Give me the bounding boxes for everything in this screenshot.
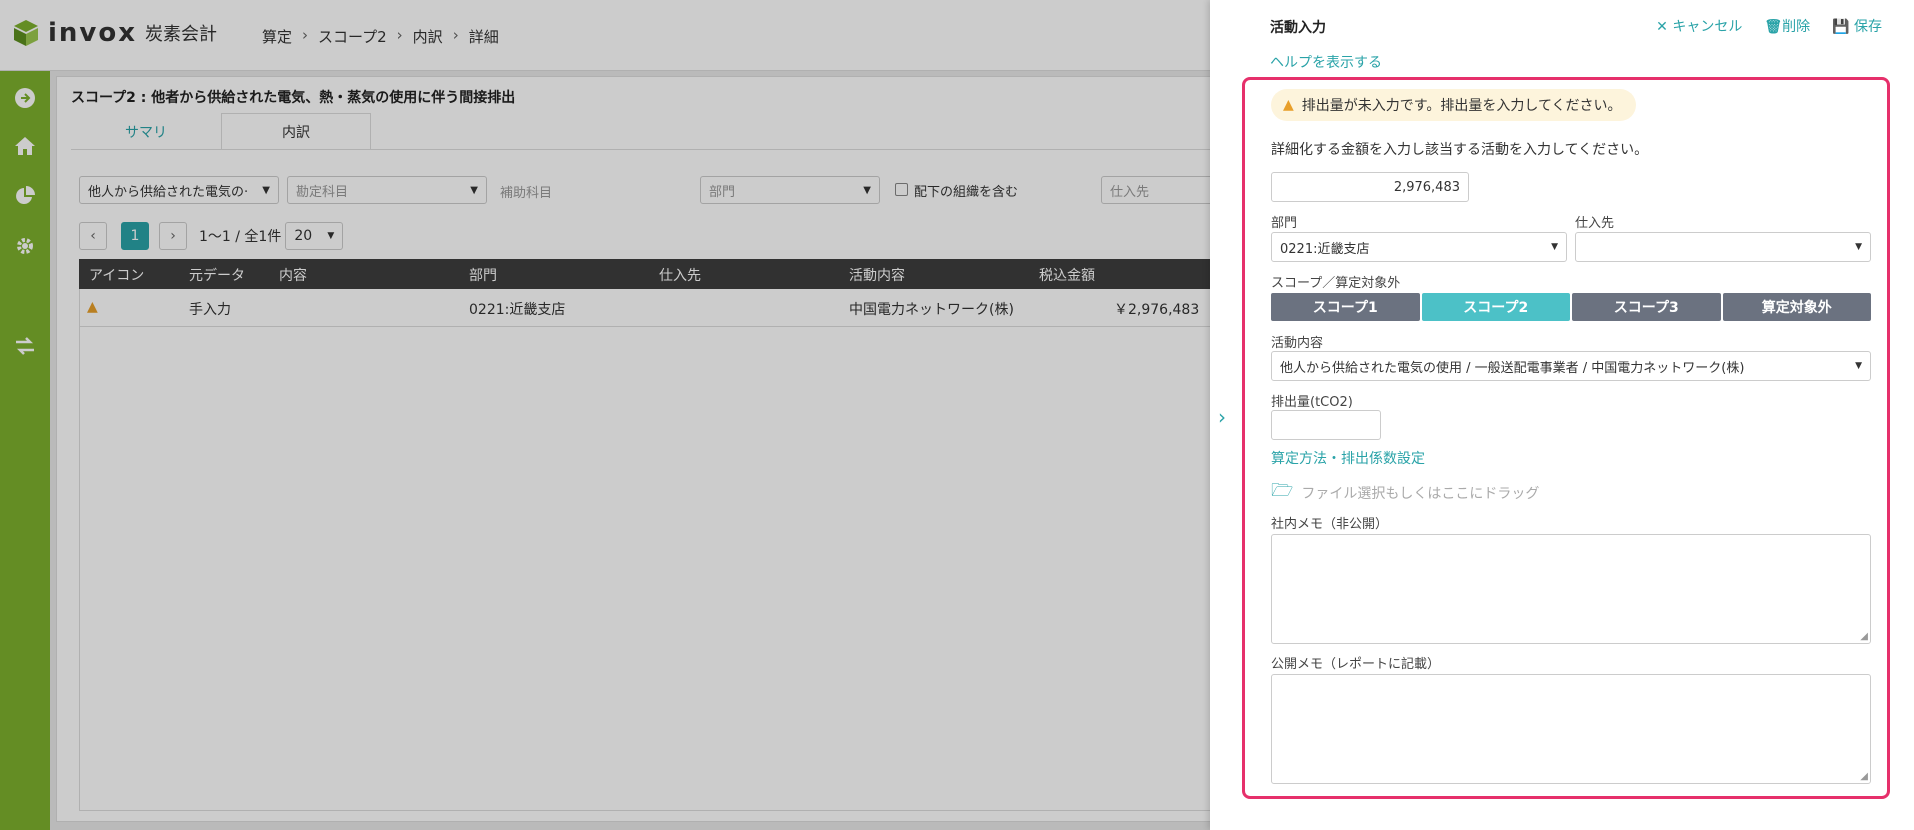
warning-alert: ▲ 排出量が未入力です。排出量を入力してください。	[1271, 89, 1636, 121]
warning-icon: ▲	[1283, 97, 1294, 113]
save-icon: 💾	[1832, 19, 1850, 35]
file-drop-text: ファイル選択もしくはここにドラッグ	[1301, 486, 1540, 502]
file-drop-zone[interactable]: 🗁 ファイル選択もしくはここにドラッグ	[1271, 478, 1539, 508]
department-label: 部門	[1271, 216, 1298, 231]
drawer-title: 活動入力	[1270, 20, 1326, 36]
delete-label: 削除	[1782, 19, 1811, 35]
scope-3-button[interactable]: スコープ3	[1572, 293, 1721, 321]
activity-value: 他人から供給された電気の使用 / 一般送配電事業者 / 中国電力ネットワーク(株…	[1280, 360, 1745, 376]
cancel-label: キャンセル	[1672, 19, 1743, 35]
public-memo-textarea[interactable]: ◢	[1271, 674, 1871, 784]
calculation-method-link[interactable]: 算定方法・排出係数設定	[1271, 448, 1425, 468]
caret-down-icon: ▼	[1551, 242, 1558, 252]
internal-memo-textarea[interactable]: ◢	[1271, 534, 1871, 644]
supplier-select[interactable]: ▼	[1575, 232, 1871, 262]
caret-down-icon: ▼	[1855, 242, 1862, 252]
department-value: 0221:近畿支店	[1280, 241, 1370, 257]
close-icon: ✕	[1656, 19, 1668, 35]
public-memo-label: 公開メモ（レポートに記載）	[1271, 657, 1441, 672]
amount-input[interactable]: 2,976,483	[1271, 172, 1469, 202]
resize-handle-icon[interactable]: ◢	[1860, 771, 1868, 782]
emission-input[interactable]	[1271, 410, 1381, 440]
save-button[interactable]: 💾 保存	[1832, 16, 1882, 36]
cancel-button[interactable]: ✕ キャンセル	[1656, 16, 1742, 36]
amount-value: 2,976,483	[1393, 179, 1460, 195]
scope-label: スコープ／算定対象外	[1271, 276, 1401, 291]
scope-1-button[interactable]: スコープ1	[1271, 293, 1420, 321]
trash-icon: 🗑	[1764, 19, 1783, 35]
warning-text: 排出量が未入力です。排出量を入力してください。	[1301, 98, 1622, 114]
activity-label: 活動内容	[1271, 336, 1324, 351]
save-label: 保存	[1854, 19, 1882, 35]
delete-button[interactable]: 🗑削除	[1764, 16, 1810, 36]
supplier-label: 仕入先	[1575, 216, 1615, 231]
activity-select[interactable]: 他人から供給された電気の使用 / 一般送配電事業者 / 中国電力ネットワーク(株…	[1271, 351, 1871, 381]
drawer-actions: ✕ キャンセル 🗑削除 💾 保存	[1656, 16, 1882, 36]
instruction-text: 詳細化する金額を入力し該当する活動を入力してください。	[1271, 142, 1649, 158]
department-select[interactable]: 0221:近畿支店 ▼	[1271, 232, 1567, 262]
chevron-right-icon[interactable]: ›	[1218, 405, 1226, 429]
internal-memo-label: 社内メモ（非公開）	[1271, 517, 1389, 532]
scope-2-button[interactable]: スコープ2	[1421, 293, 1570, 321]
folder-open-icon: 🗁	[1271, 480, 1294, 501]
caret-down-icon: ▼	[1855, 361, 1862, 371]
resize-handle-icon[interactable]: ◢	[1860, 631, 1868, 642]
scope-button-group: スコープ1 スコープ2 スコープ3 算定対象外	[1271, 293, 1871, 321]
out-of-scope-button[interactable]: 算定対象外	[1722, 293, 1871, 321]
help-link[interactable]: ヘルプを表示する	[1270, 52, 1382, 72]
emission-label: 排出量(tCO2)	[1271, 395, 1353, 410]
modal-overlay[interactable]	[0, 0, 1210, 830]
